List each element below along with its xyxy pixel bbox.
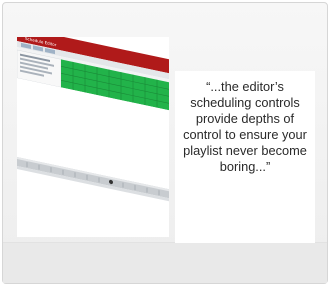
editor-screenshot: Schedule Editor	[17, 37, 169, 237]
editor-screenshot-image: Schedule Editor	[17, 37, 169, 211]
testimonial-quote: “...the editor’s scheduling controls pro…	[183, 79, 307, 174]
card-footer-band	[3, 242, 327, 283]
testimonial-card: Schedule Editor “...the editor’s schedul…	[2, 2, 328, 284]
quote-box: “...the editor’s scheduling controls pro…	[175, 71, 315, 243]
